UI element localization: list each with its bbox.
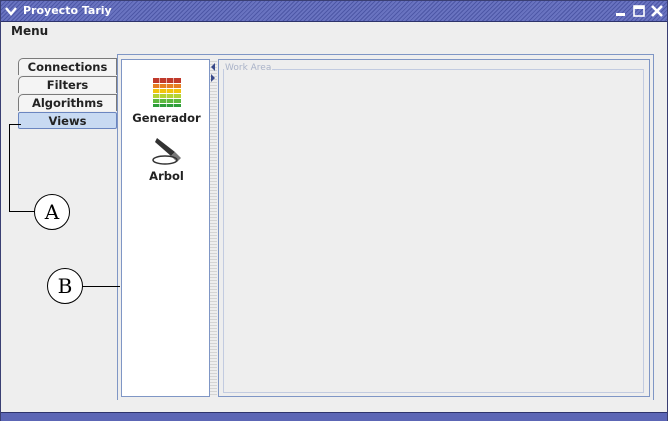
callout-b: B	[47, 268, 83, 304]
callout-a-line	[9, 124, 10, 212]
tab-views[interactable]: Views	[18, 112, 117, 129]
equalizer-bars-icon	[151, 76, 183, 111]
generador-label: Generador	[132, 111, 201, 125]
list-item-arbol[interactable]: Arbol	[122, 134, 211, 183]
menu-item-menu[interactable]: Menu	[11, 24, 48, 38]
window-bottom-border	[1, 412, 667, 421]
main-window: Proyecto Tariy Menu Connections Filters …	[0, 0, 668, 421]
callout-a-line-bottom	[9, 211, 35, 212]
menu-bar: Menu	[1, 22, 667, 42]
splitter-handle[interactable]	[210, 59, 217, 397]
maximize-icon[interactable]	[631, 3, 647, 19]
work-area-title: Work Area	[224, 63, 273, 73]
close-icon[interactable]	[649, 3, 665, 19]
views-panel: Generador Arbol Work Area	[117, 54, 654, 402]
callout-a: A	[34, 194, 70, 230]
window-title: Proyecto Tariy	[23, 4, 112, 17]
tab-connections[interactable]: Connections	[18, 58, 117, 75]
collapse-left-icon[interactable]	[211, 63, 215, 71]
expand-right-icon[interactable]	[211, 74, 215, 82]
callout-b-line	[82, 286, 120, 287]
list-item-generador[interactable]: Generador	[122, 76, 211, 125]
title-bar[interactable]: Proyecto Tariy	[1, 1, 667, 22]
chevron-down-icon[interactable]	[4, 4, 18, 18]
callout-a-line-top	[9, 124, 21, 125]
minimize-icon[interactable]	[613, 3, 629, 19]
views-list: Generador Arbol	[121, 59, 210, 397]
work-area-frame	[223, 69, 644, 393]
tab-filters[interactable]: Filters	[18, 76, 117, 93]
fountain-pen-icon	[151, 134, 183, 169]
arbol-label: Arbol	[149, 169, 184, 183]
work-area-panel: Work Area	[218, 59, 650, 397]
tab-algorithms[interactable]: Algorithms	[18, 94, 117, 111]
